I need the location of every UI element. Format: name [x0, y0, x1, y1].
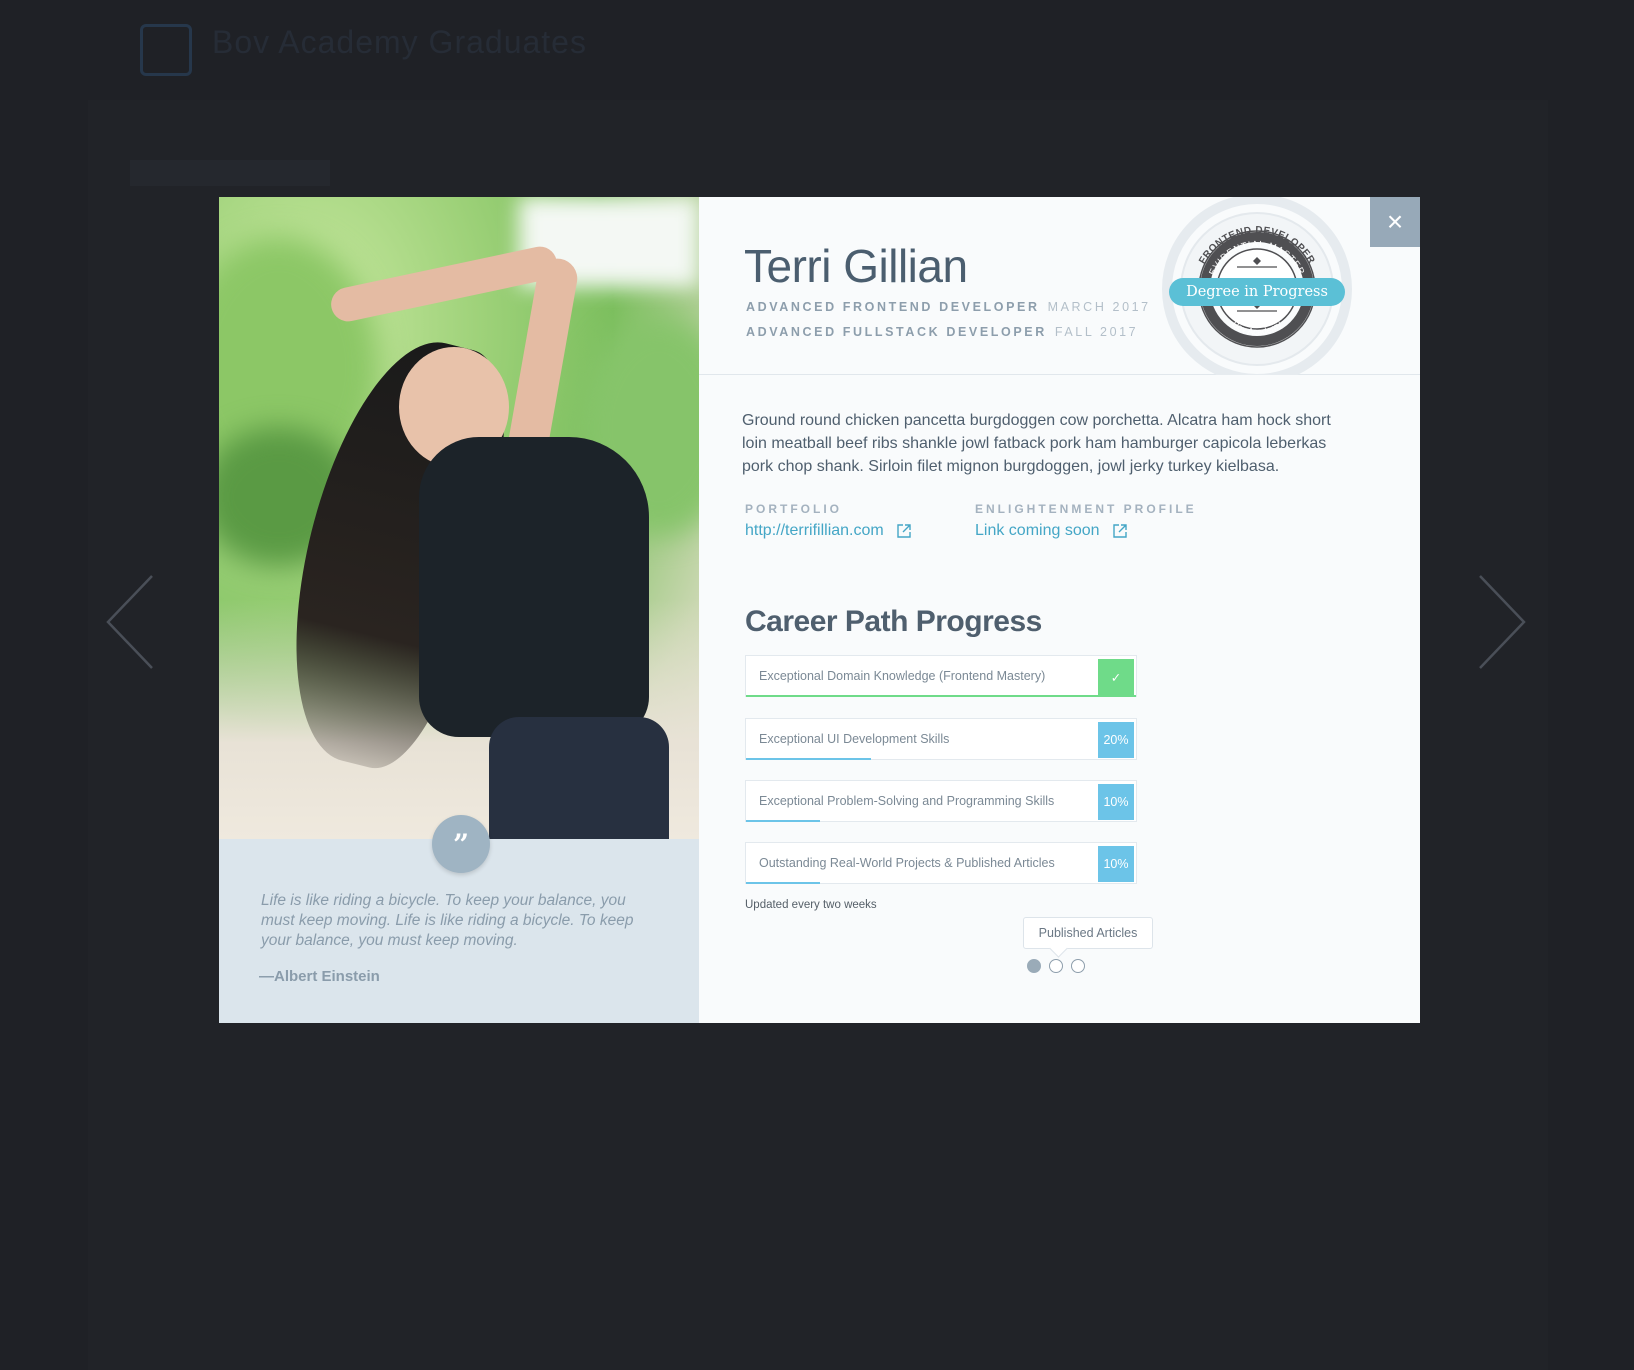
program-title: ADVANCED FRONTEND DEVELOPER	[746, 300, 1040, 314]
program-date: MARCH 2017	[1047, 300, 1151, 314]
external-link-icon[interactable]	[896, 523, 912, 539]
pagination-dot[interactable]	[1027, 959, 1041, 973]
previous-student-button[interactable]	[100, 572, 160, 672]
portfolio-url[interactable]: http://terrifillian.com	[745, 522, 884, 540]
quote-author: —Albert Einstein	[259, 968, 380, 985]
external-link-icon[interactable]	[1112, 523, 1128, 539]
pagination-dot[interactable]	[1071, 959, 1085, 973]
enlightenment-link[interactable]: Link coming soon	[975, 522, 1197, 540]
next-student-button[interactable]	[1472, 572, 1532, 672]
student-bio: Ground round chicken pancetta burgdoggen…	[742, 412, 1331, 475]
skill-label: Exceptional UI Development Skills	[759, 732, 950, 746]
student-name: Terri Gillian	[744, 240, 968, 292]
profile-left-panel: ” Life is like riding a bicycle. To keep…	[219, 197, 699, 1023]
enlightenment-url[interactable]: Link coming soon	[975, 522, 1100, 540]
skill-row: Outstanding Real-World Projects & Publis…	[745, 842, 1137, 884]
quote-icon[interactable]: ”	[432, 815, 490, 873]
portfolio-link[interactable]: http://terrifillian.com	[745, 522, 912, 540]
portfolio-label: PORTFOLIO	[745, 502, 842, 516]
check-icon: ✓	[1098, 659, 1134, 695]
career-path-title: Career Path Progress	[745, 605, 1042, 638]
skill-label: Exceptional Domain Knowledge (Frontend M…	[759, 669, 1046, 683]
skill-progress-bar	[746, 758, 871, 760]
skill-label: Exceptional Problem-Solving and Programm…	[759, 794, 1055, 808]
skill-percent-badge: 10%	[1098, 784, 1134, 820]
quote-text: Life is like riding a bicycle. To keep y…	[261, 892, 634, 949]
enlightenment-label: ENLIGHTENMENT PROFILE	[975, 502, 1197, 516]
portfolio-link-group: PORTFOLIO http://terrifillian.com	[745, 502, 912, 540]
program-2: ADVANCED FULLSTACK DEVELOPER FALL 2017	[746, 325, 1138, 339]
program-1: ADVANCED FRONTEND DEVELOPER MARCH 2017	[746, 300, 1151, 314]
close-button[interactable]: ×	[1370, 197, 1420, 247]
skill-label: Outstanding Real-World Projects & Publis…	[759, 856, 1055, 870]
program-title: ADVANCED FULLSTACK DEVELOPER	[746, 325, 1047, 339]
profile-right-panel: Terri Gillian ADVANCED FRONTEND DEVELOPE…	[699, 197, 1420, 1023]
app-title: Bov Academy Graduates	[212, 24, 587, 60]
skill-row: Exceptional Problem-Solving and Programm…	[745, 780, 1137, 822]
enlightenment-link-group: ENLIGHTENMENT PROFILE Link coming soon	[975, 502, 1197, 540]
degree-status-pill: Degree in Progress	[1169, 278, 1345, 306]
skill-progress-bar	[746, 882, 821, 884]
student-photo	[219, 197, 699, 839]
pagination-tooltip: Published Articles	[1023, 917, 1153, 949]
skill-progress-bar	[746, 695, 1136, 697]
pagination-dots	[1027, 959, 1085, 973]
app-logo	[140, 24, 192, 76]
update-frequency-note: Updated every two weeks	[745, 899, 877, 911]
skill-row: Exceptional Domain Knowledge (Frontend M…	[745, 655, 1137, 697]
skill-row: Exceptional UI Development Skills 20%	[745, 718, 1137, 760]
profile-header: Terri Gillian ADVANCED FRONTEND DEVELOPE…	[699, 197, 1420, 375]
chevron-left-icon	[106, 575, 153, 669]
skill-percent-badge: 20%	[1098, 722, 1134, 758]
degree-badge: FRONTEND DEVELOPER EVIDENTIAL MASTER Bov…	[1159, 197, 1355, 375]
skill-progress-bar	[746, 820, 821, 822]
pagination-dot[interactable]	[1049, 959, 1063, 973]
chevron-right-icon	[1479, 575, 1526, 669]
student-profile-modal: ” Life is like riding a bicycle. To keep…	[219, 197, 1420, 1023]
program-date: FALL 2017	[1054, 325, 1139, 339]
skill-percent-badge: 10%	[1098, 846, 1134, 882]
